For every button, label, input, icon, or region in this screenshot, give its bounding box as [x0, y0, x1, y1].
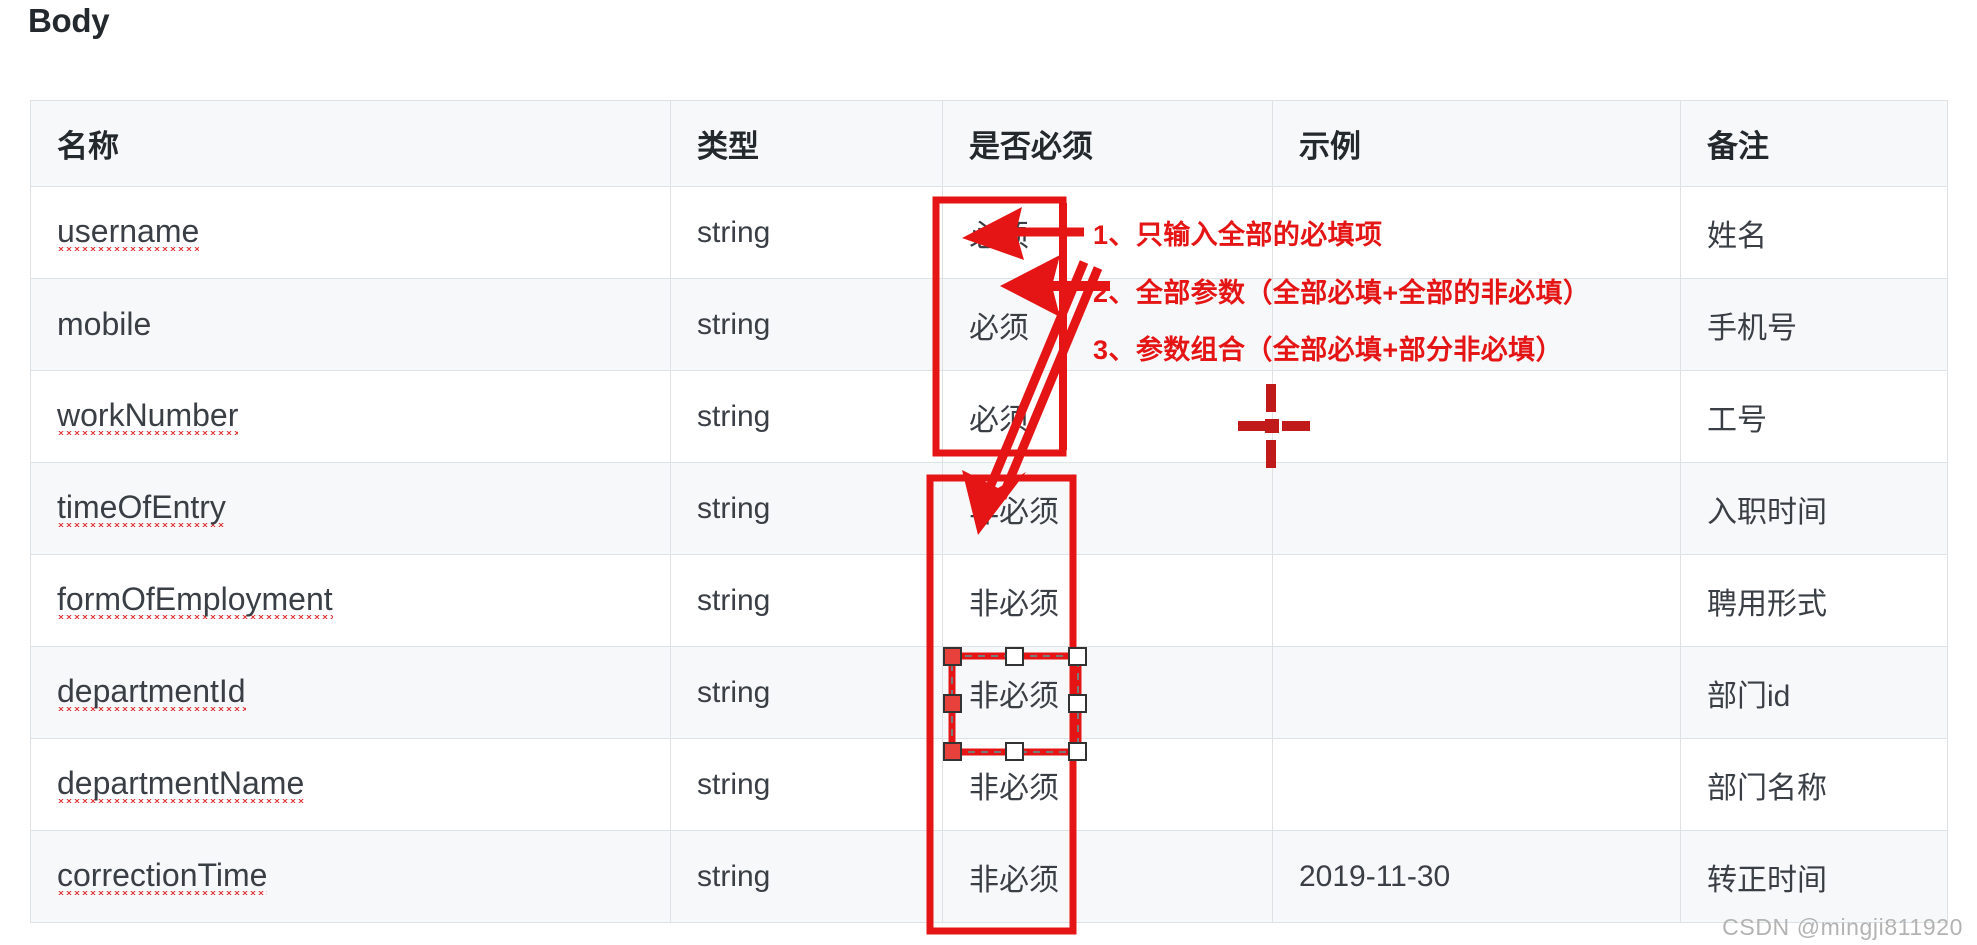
cell-param-name: workNumber [30, 370, 671, 463]
cell-param-remark: 手机号 [1680, 278, 1948, 371]
cell-param-remark: 聘用形式 [1680, 554, 1948, 647]
cell-param-required: 非必须 [942, 738, 1273, 831]
cell-param-remark: 部门名称 [1680, 738, 1948, 831]
table-body: username string 必须 姓名 mobile string 必须 手… [30, 186, 1948, 923]
param-name-text: workNumber [57, 397, 239, 436]
cell-param-required: 必须 [942, 186, 1273, 279]
cell-param-type: string [670, 278, 943, 371]
cell-param-required: 必须 [942, 278, 1273, 371]
cell-param-name: mobile [30, 278, 671, 371]
table-header: 名称 类型 是否必须 示例 备注 [30, 100, 1948, 187]
param-name-text: departmentId [57, 673, 246, 712]
table-row: departmentId string 非必须 部门id [30, 646, 1948, 739]
cell-param-example [1272, 278, 1681, 371]
page-title: Body [28, 2, 110, 39]
cell-param-type: string [670, 830, 943, 923]
cell-param-name: username [30, 186, 671, 279]
column-header-remark: 备注 [1680, 100, 1948, 187]
cell-param-type: string [670, 646, 943, 739]
cell-param-type: string [670, 370, 943, 463]
cell-param-example: 2019-11-30 [1272, 830, 1681, 923]
cell-param-name: timeOfEntry [30, 462, 671, 555]
cell-param-name: departmentId [30, 646, 671, 739]
cell-param-remark: 入职时间 [1680, 462, 1948, 555]
param-name-text: timeOfEntry [57, 489, 226, 528]
table-row: correctionTime string 非必须 2019-11-30 转正时… [30, 830, 1948, 923]
cell-param-example [1272, 646, 1681, 739]
table-row: timeOfEntry string 非必须 入职时间 [30, 462, 1948, 555]
cell-param-type: string [670, 186, 943, 279]
cell-param-required: 非必须 [942, 830, 1273, 923]
table-row: departmentName string 非必须 部门名称 [30, 738, 1948, 831]
cell-param-name: correctionTime [30, 830, 671, 923]
param-name-text: username [57, 213, 200, 252]
watermark: CSDN @mingji811920 [1722, 914, 1963, 940]
table-row: formOfEmployment string 非必须 聘用形式 [30, 554, 1948, 647]
cell-param-type: string [670, 462, 943, 555]
body-params-table: 名称 类型 是否必须 示例 备注 username string 必须 姓名 m… [30, 100, 1948, 923]
column-header-type: 类型 [670, 100, 943, 187]
body-params-table-wrapper: 名称 类型 是否必须 示例 备注 username string 必须 姓名 m… [30, 100, 1948, 923]
cell-param-remark: 姓名 [1680, 186, 1948, 279]
table-row: mobile string 必须 手机号 [30, 278, 1948, 371]
param-name-text: departmentName [57, 765, 305, 804]
cell-param-type: string [670, 738, 943, 831]
cell-param-required: 非必须 [942, 646, 1273, 739]
cell-param-name: formOfEmployment [30, 554, 671, 647]
column-header-name: 名称 [30, 100, 671, 187]
table-row: workNumber string 必须 工号 [30, 370, 1948, 463]
cell-param-name: departmentName [30, 738, 671, 831]
cell-param-remark: 部门id [1680, 646, 1948, 739]
cell-param-required: 必须 [942, 370, 1273, 463]
cell-param-remark: 工号 [1680, 370, 1948, 463]
screenshot-root: Body 名称 类型 是否必须 示例 备注 username string 必须… [0, 0, 1977, 945]
cell-param-required: 非必须 [942, 462, 1273, 555]
cell-param-remark: 转正时间 [1680, 830, 1948, 923]
cell-param-example [1272, 738, 1681, 831]
cell-param-example [1272, 186, 1681, 279]
cell-param-example [1272, 370, 1681, 463]
param-name-text: mobile [57, 306, 152, 342]
cell-param-type: string [670, 554, 943, 647]
cell-param-example [1272, 554, 1681, 647]
param-name-text: formOfEmployment [57, 581, 333, 620]
table-row: username string 必须 姓名 [30, 186, 1948, 279]
cell-param-required: 非必须 [942, 554, 1273, 647]
column-header-example: 示例 [1272, 100, 1681, 187]
table-header-row: 名称 类型 是否必须 示例 备注 [30, 100, 1948, 187]
column-header-required: 是否必须 [942, 100, 1273, 187]
cell-param-example [1272, 462, 1681, 555]
param-name-text: correctionTime [57, 857, 268, 896]
